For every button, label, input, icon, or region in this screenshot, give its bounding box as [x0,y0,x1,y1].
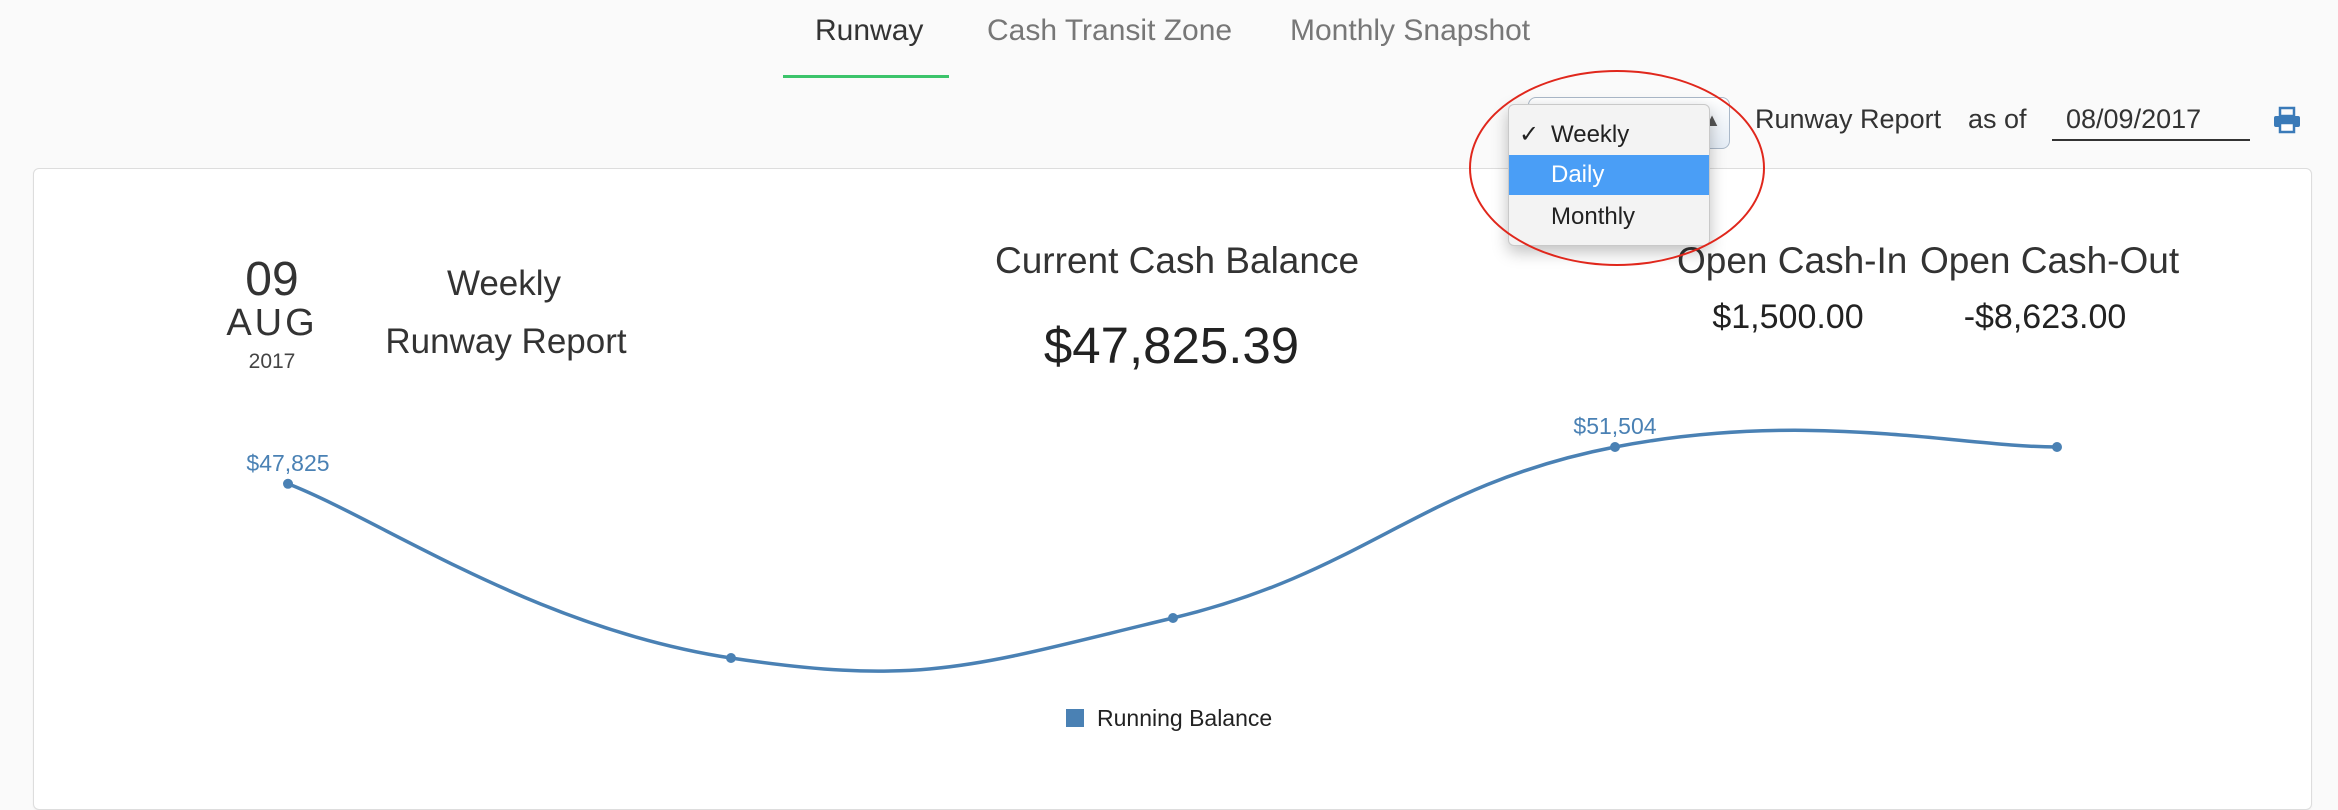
dropdown-option-monthly[interactable]: Monthly [1509,197,1709,237]
period-dropdown-menu: ✓ Weekly Daily Monthly [1508,104,1710,246]
data-point[interactable] [1168,613,1178,624]
running-balance-chart: $47,825 $51,504 Running Balance [246,413,2062,731]
legend-label[interactable]: Running Balance [1097,705,1272,731]
data-point[interactable] [283,478,293,489]
dropdown-option-weekly[interactable]: ✓ Weekly [1509,115,1709,155]
data-point[interactable] [1610,442,1620,452]
option-label: Weekly [1551,121,1630,148]
series-line-running-balance [287,428,2058,673]
legend-swatch [1066,709,1084,727]
dropdown-option-daily[interactable]: Daily [1509,155,1709,195]
checkmark-icon: ✓ [1519,121,1540,148]
data-point[interactable] [726,653,736,663]
data-label: $51,504 [1573,413,1656,439]
option-label: Monthly [1551,203,1636,230]
data-label: $47,825 [246,450,329,476]
option-label: Daily [1551,161,1605,188]
data-point[interactable] [2052,442,2062,452]
